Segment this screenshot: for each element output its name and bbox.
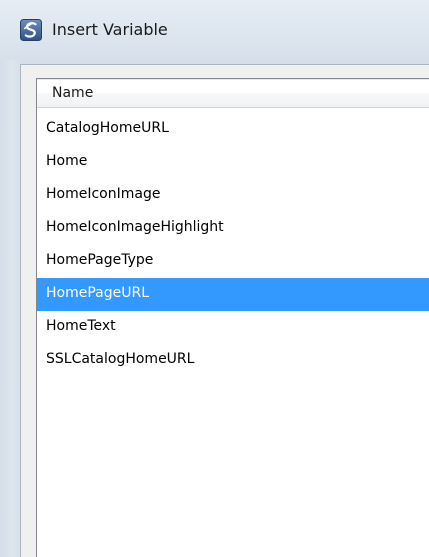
list-header: Name — [37, 79, 429, 108]
list-rows: CatalogHomeURL Home HomeIconImage HomeIc… — [37, 113, 429, 377]
list-item[interactable]: SSLCatalogHomeURL — [37, 344, 429, 377]
list-item[interactable]: HomeText — [37, 311, 429, 344]
list-item[interactable]: HomeIconImage — [37, 179, 429, 212]
list-item[interactable]: CatalogHomeURL — [37, 113, 429, 146]
insert-variable-dialog: Insert Variable Name CatalogHomeURL Home… — [0, 0, 429, 557]
window-left-frame — [0, 60, 20, 557]
list-item-selected[interactable]: HomePageURL — [37, 278, 429, 311]
title-bar[interactable]: Insert Variable — [0, 0, 429, 60]
list-item[interactable]: HomePageType — [37, 245, 429, 278]
column-header-name[interactable]: Name — [37, 79, 429, 107]
variable-list[interactable]: Name CatalogHomeURL Home HomeIconImage H… — [36, 78, 429, 557]
list-item[interactable]: HomeIconImageHighlight — [37, 212, 429, 245]
s-logo-icon — [20, 19, 42, 41]
window-title: Insert Variable — [52, 20, 168, 39]
list-item[interactable]: Home — [37, 146, 429, 179]
